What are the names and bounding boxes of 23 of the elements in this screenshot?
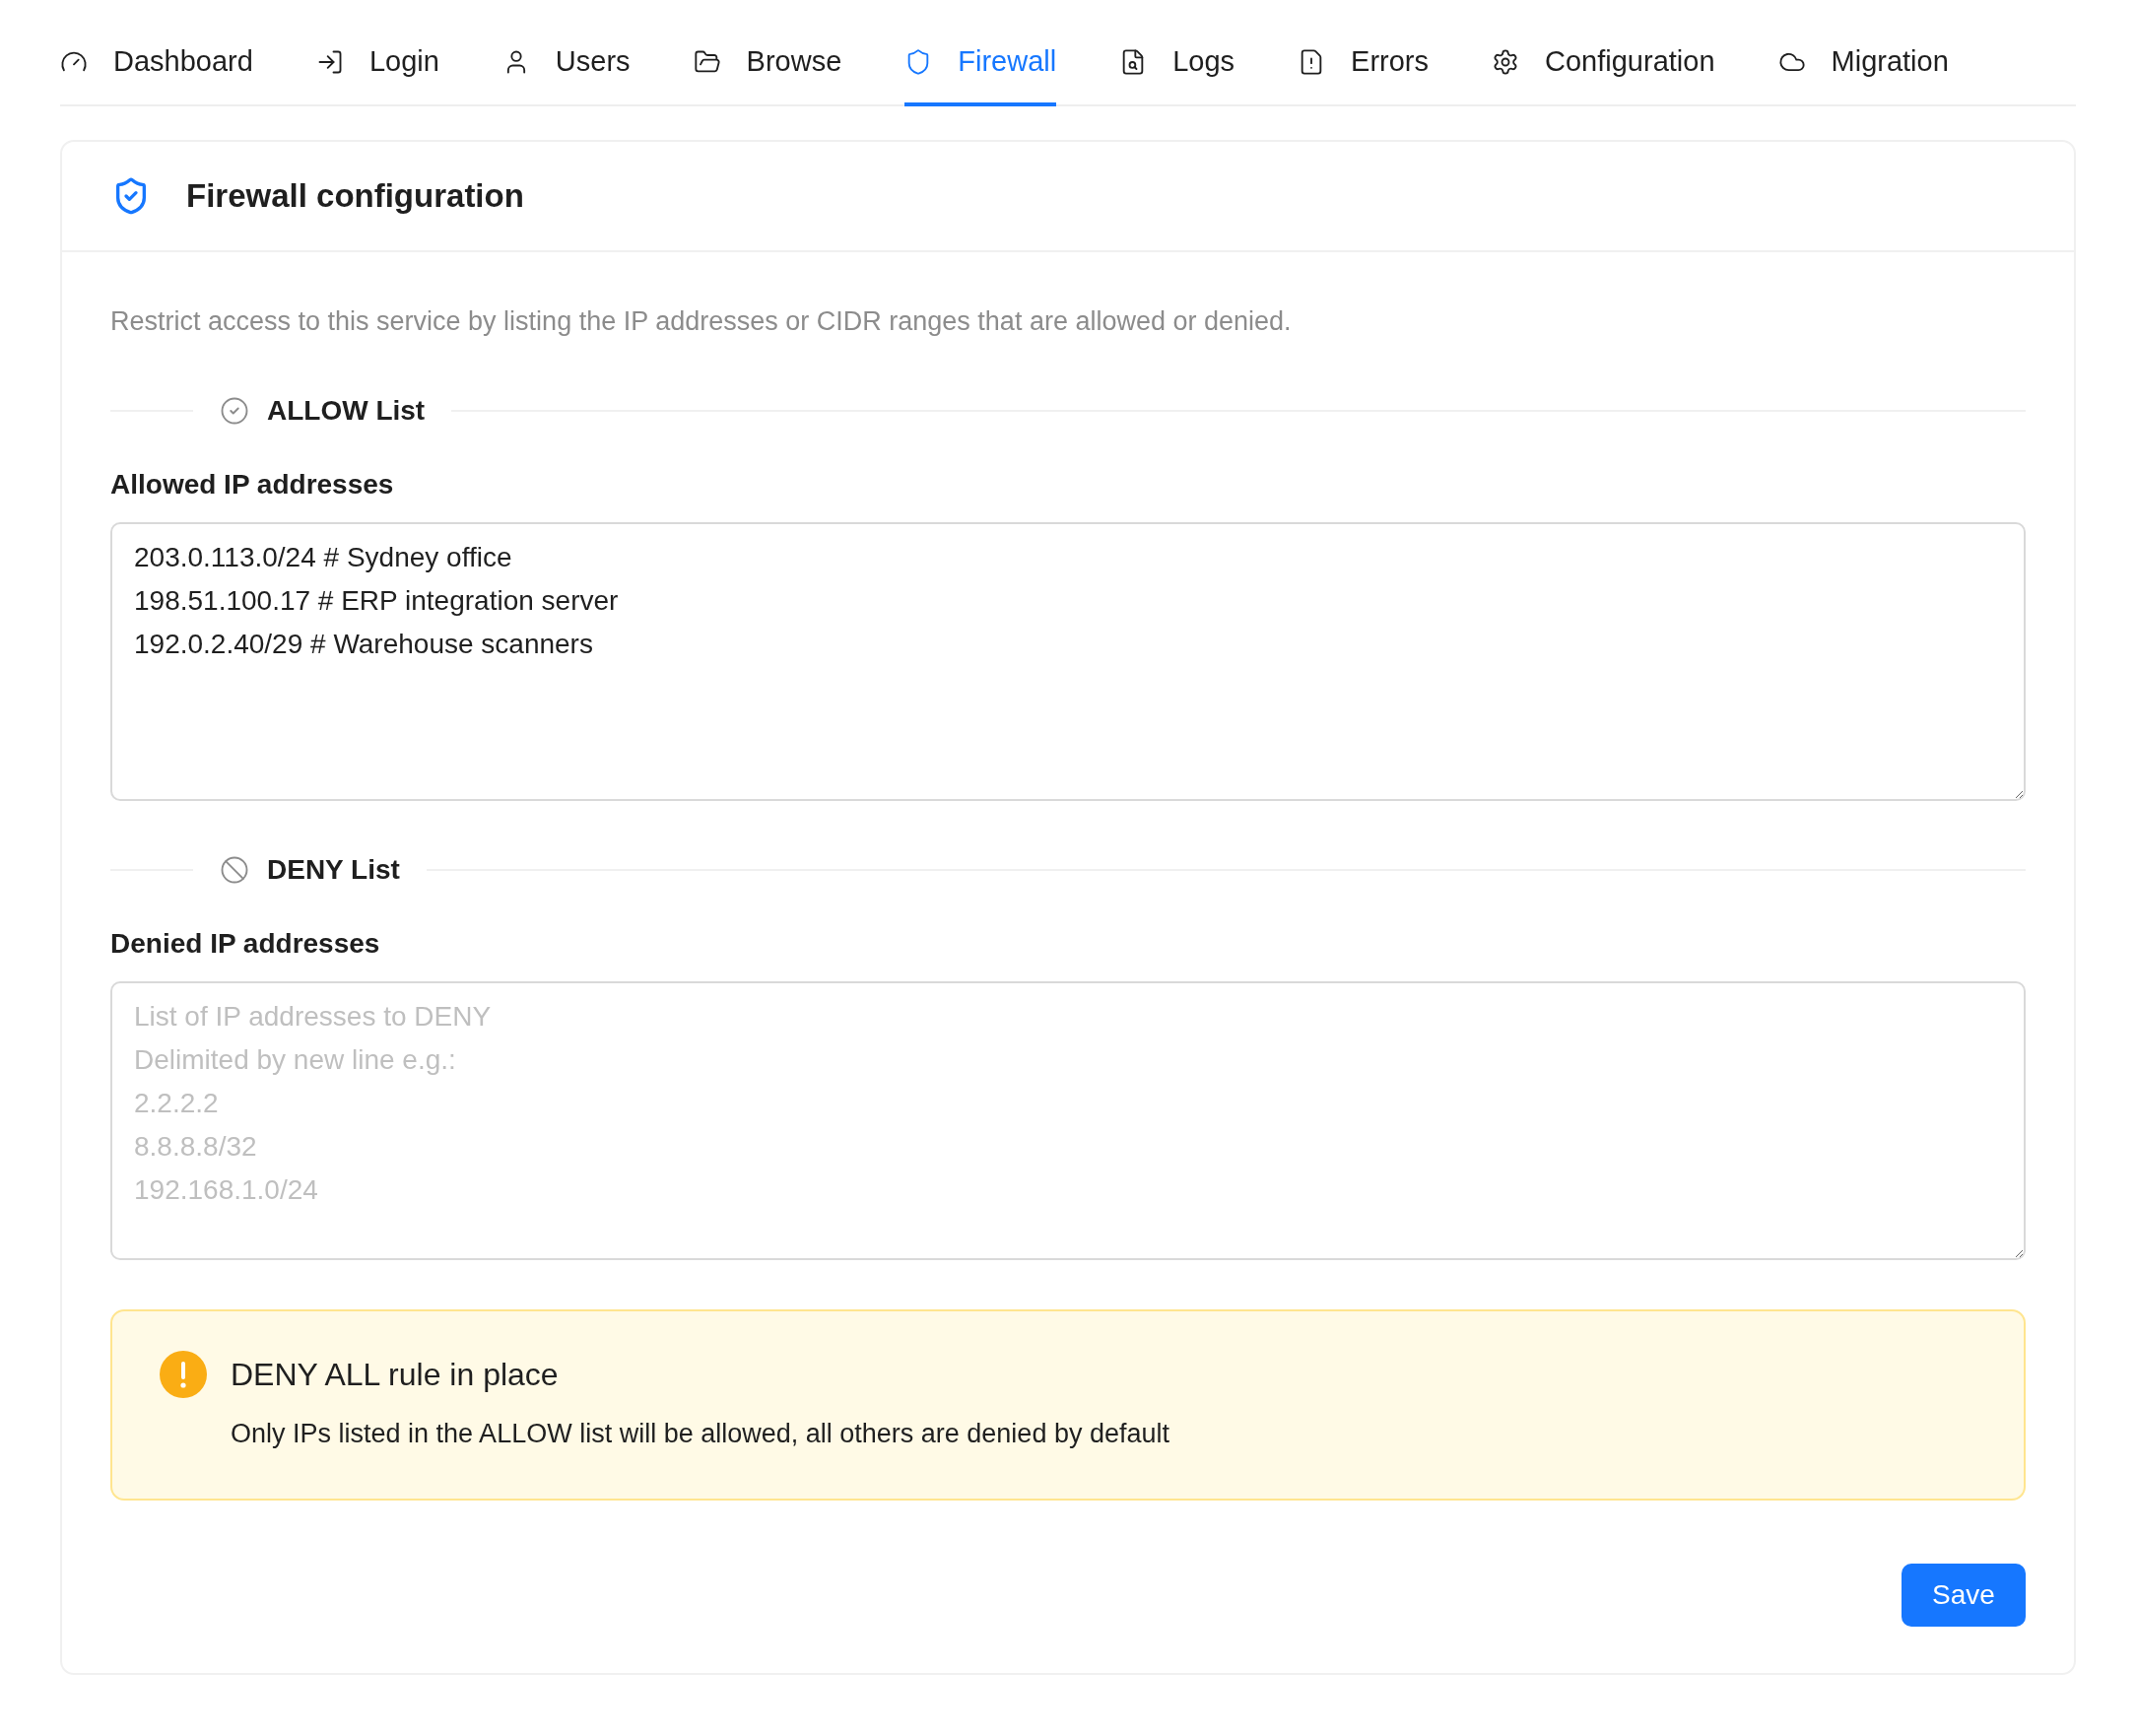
nav-tab[interactable]: Errors bbox=[1298, 0, 1430, 106]
alert-title: DENY ALL rule in place bbox=[231, 1355, 560, 1394]
description: Restrict access to this service by listing the IP addresses or CIDR ranges that are allowed or denied. bbox=[110, 305, 1293, 338]
field-label: Denied IP addresses bbox=[110, 926, 381, 961]
nav-tab[interactable]: Migration bbox=[1777, 0, 1949, 106]
save-button[interactable]: Save bbox=[1902, 1563, 2026, 1627]
nav-tab[interactable]: Login bbox=[315, 0, 439, 106]
nav-tab[interactable]: Configuration bbox=[1492, 0, 1715, 106]
ip-list-field[interactable]: List of IP addresses to DENY Delimited by new line e.g.: 2.2.2.2 8.8.8.8/32 192.168.1.0/24 bbox=[110, 980, 2026, 1260]
check-circle-icon bbox=[220, 395, 249, 426]
ban-icon bbox=[220, 854, 249, 885]
alert-message: Only IPs listed in the ALLOW list will be allowed, all others are denied by default bbox=[231, 1417, 1169, 1450]
section-heading: DENY List bbox=[267, 852, 400, 887]
section-heading: ALLOW List bbox=[267, 393, 426, 428]
nav-tab[interactable]: Browse bbox=[693, 0, 842, 106]
nav-tab[interactable]: Logs bbox=[1119, 0, 1235, 106]
nav-tab[interactable]: Firewall bbox=[904, 0, 1057, 106]
ip-list-field[interactable]: 203.0.113.0/24 # Sydney office 198.51.100.17 # ERP integration server 192.0.2.40/29 # Warehouse scanners bbox=[110, 521, 2026, 801]
card-title: Firewall configuration bbox=[186, 176, 524, 217]
exclamation-icon bbox=[160, 1350, 207, 1398]
nav-tab[interactable]: Dashboard bbox=[60, 0, 253, 106]
nav-tab[interactable]: Users bbox=[501, 0, 631, 106]
field-label: Allowed IP addresses bbox=[110, 467, 395, 501]
